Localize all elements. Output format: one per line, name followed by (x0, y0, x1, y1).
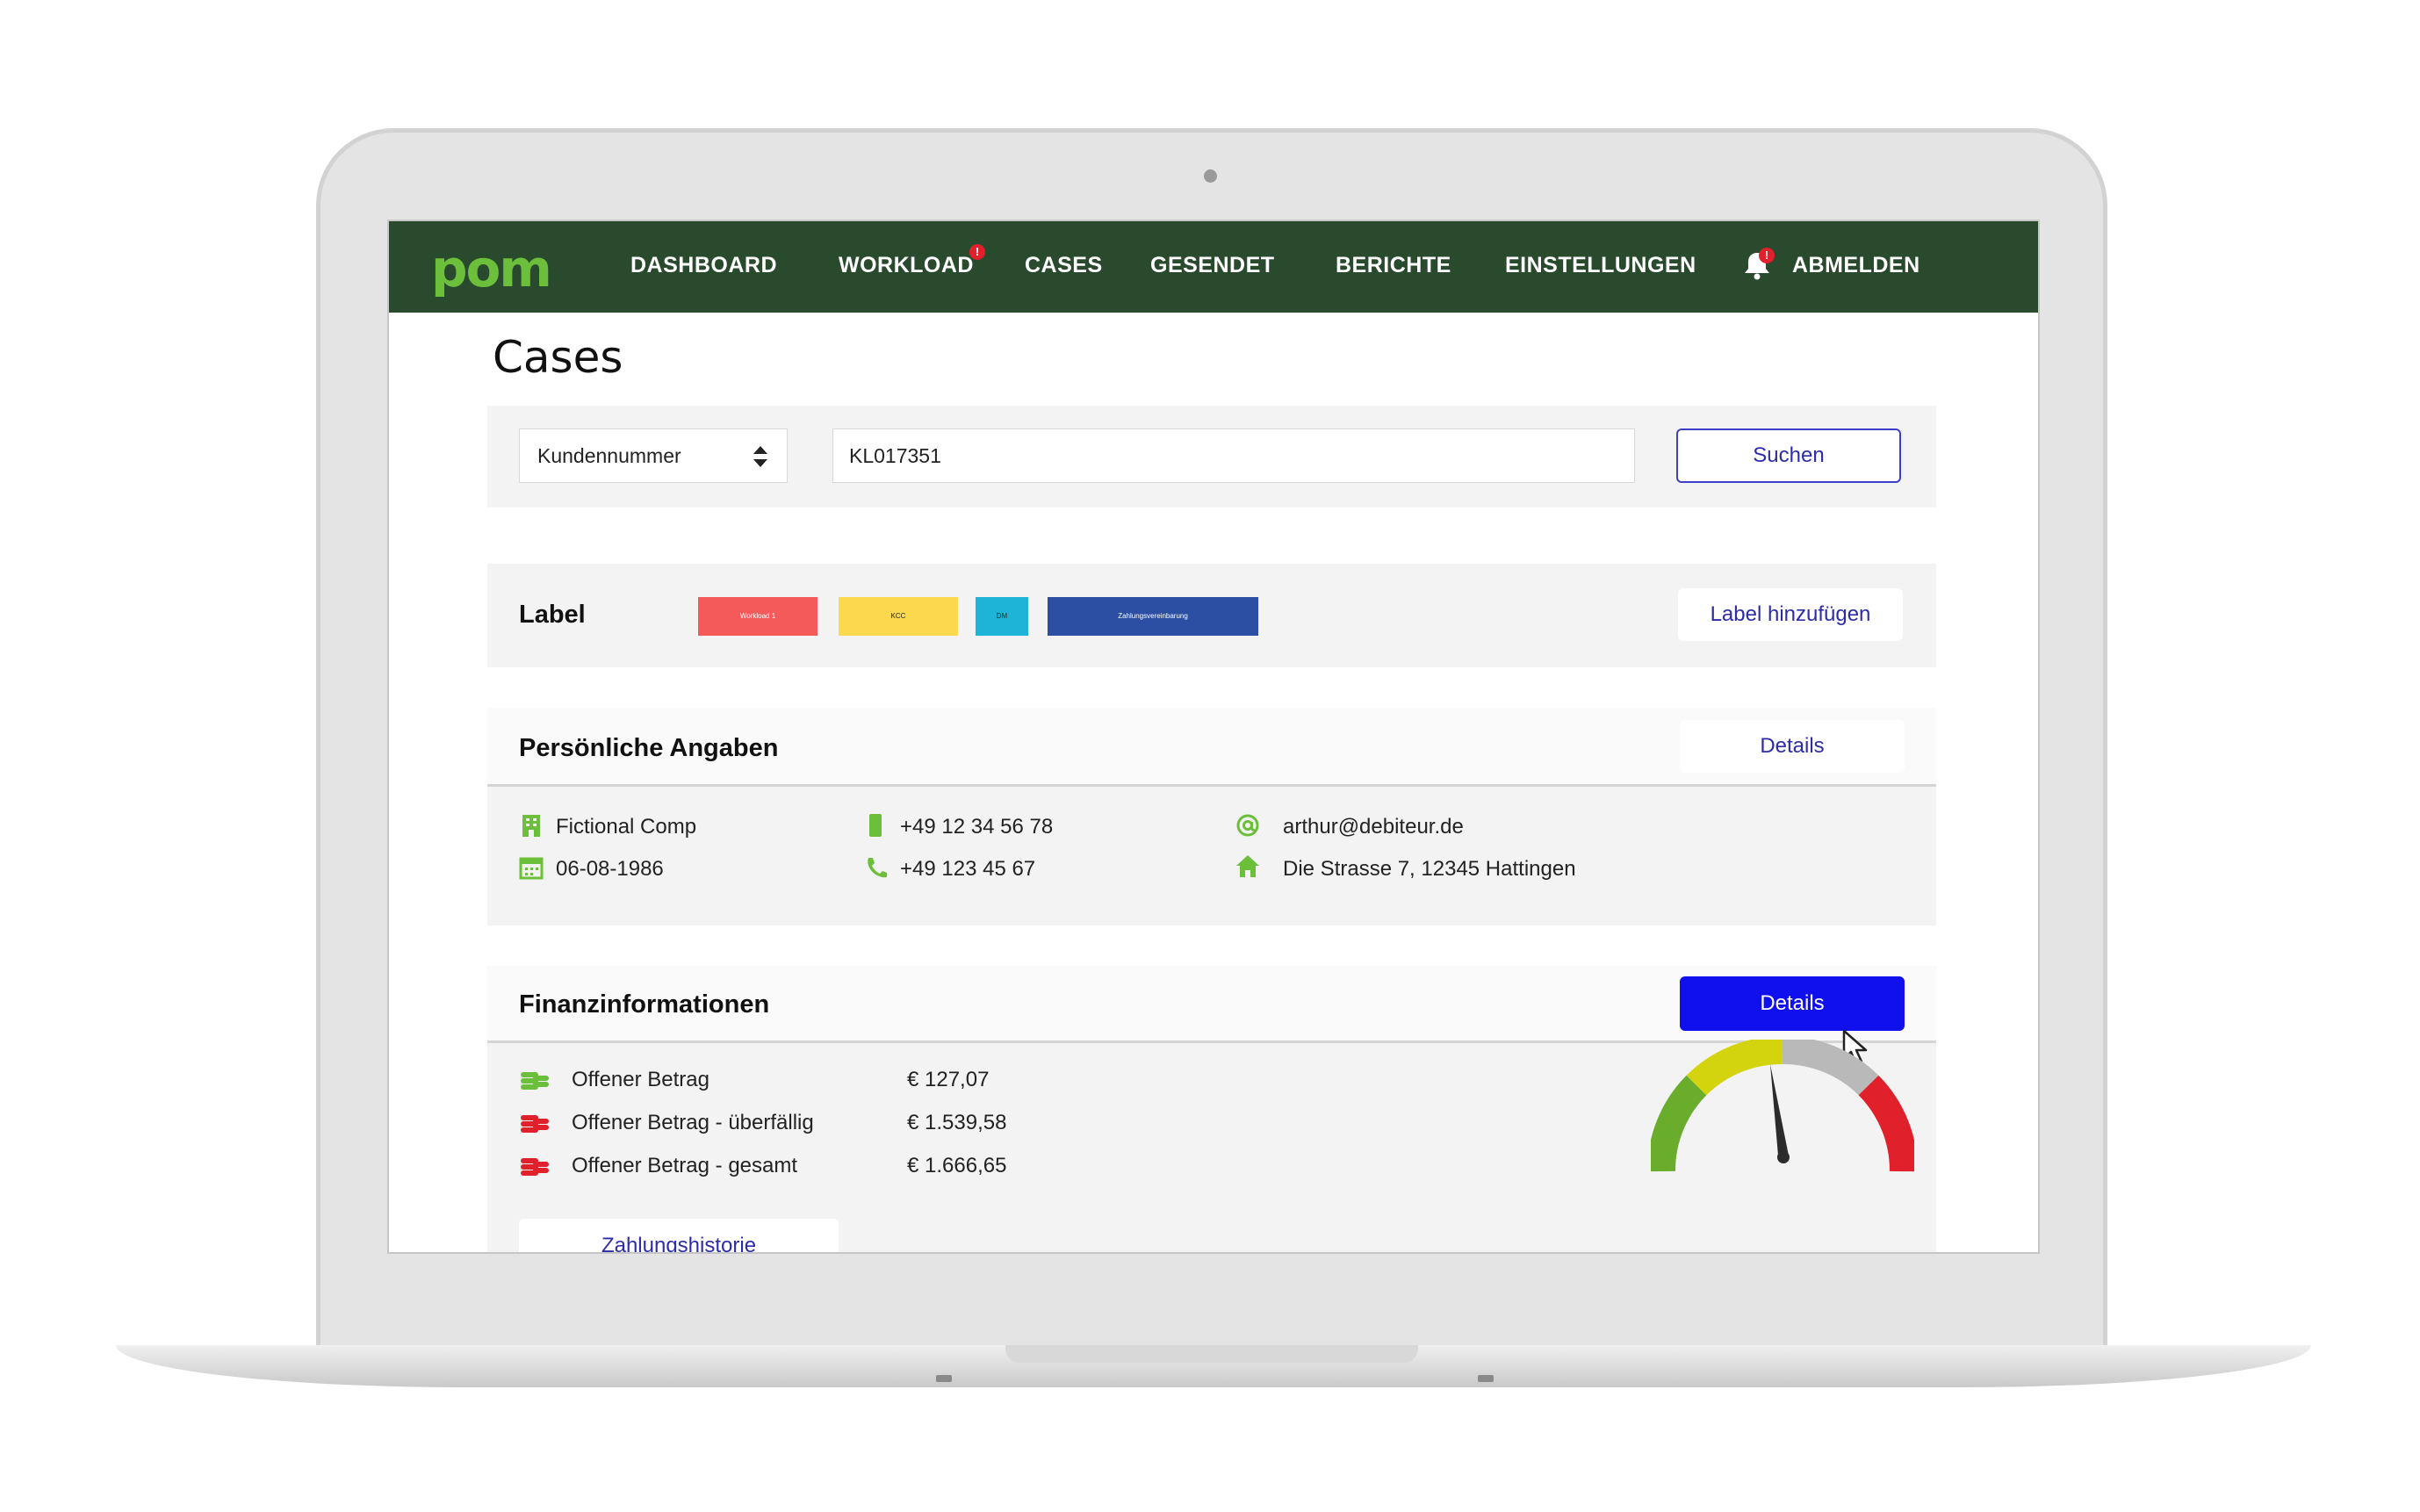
page-title: Cases (493, 332, 623, 383)
finance-row-label: Offener Betrag - überfällig (572, 1111, 814, 1134)
mobile-icon (869, 814, 882, 837)
finance-header: Finanzinformationen Details (487, 966, 1936, 1066)
label-heading: Label (519, 601, 586, 629)
payment-history-button[interactable]: Zahlungshistorie (519, 1219, 839, 1252)
postal-address: Die Strasse 7, 12345 Hattingen (1283, 857, 1576, 881)
calendar-icon (519, 857, 544, 880)
finance-row-value: € 1.666,65 (907, 1154, 1007, 1177)
nav-berichte[interactable]: BERICHTE (1336, 253, 1451, 278)
personal-header: Persönliche Angaben Details (487, 708, 1936, 787)
phone-number[interactable]: +49 123 45 67 (900, 857, 1035, 882)
search-type-select[interactable]: Kundennummer (519, 428, 788, 483)
building-icon (522, 815, 540, 837)
risk-gauge (1651, 1040, 1914, 1172)
finance-row-label: Offener Betrag (572, 1068, 709, 1091)
personal-heading: Persönliche Angaben (519, 734, 779, 762)
at-icon (1236, 814, 1259, 837)
search-type-value: Kundennummer (537, 444, 681, 467)
birthdate: 06-08-1986 (556, 857, 664, 881)
mobile-number[interactable]: +49 12 34 56 78 (900, 815, 1053, 839)
search-panel: Kundennummer KL017351 Suchen (487, 406, 1936, 508)
webcam (1204, 169, 1217, 183)
finance-panel: Finanzinformationen Details Offener Betr… (487, 966, 1936, 1252)
finance-row-label: Offener Betrag - gesamt (572, 1154, 798, 1177)
personal-details-button[interactable]: Details (1680, 720, 1905, 773)
sort-arrows-icon (753, 446, 767, 467)
phone-icon (868, 858, 887, 878)
laptop-foot (1478, 1375, 1494, 1382)
nav-abmelden[interactable]: ABMELDEN (1792, 253, 1920, 278)
nav-workload[interactable]: WORKLOAD (839, 253, 974, 278)
home-icon (1236, 855, 1259, 877)
pom-logo[interactable]: pom (431, 239, 552, 299)
label-chip-kcc[interactable]: KCC (839, 597, 958, 636)
label-panel: Label Workload 1 KCC DM Zahlungsvereinba… (487, 564, 1936, 667)
finance-row-value: € 1.539,58 (907, 1111, 1007, 1134)
label-chip-dm[interactable]: DM (976, 597, 1028, 636)
nav-einstellungen[interactable]: EINSTELLUNGEN (1505, 253, 1696, 278)
search-input[interactable]: KL017351 (832, 428, 1635, 483)
finance-heading: Finanzinformationen (519, 990, 770, 1019)
search-button[interactable]: Suchen (1676, 428, 1901, 483)
nav-gesendet[interactable]: GESENDET (1150, 253, 1275, 278)
app-screen: pom DASHBOARD WORKLOAD ! CASES GESENDET … (387, 220, 2040, 1254)
label-chip-zahlungsvereinbarung[interactable]: Zahlungsvereinbarung (1048, 597, 1258, 636)
nav-cases[interactable]: CASES (1025, 253, 1103, 278)
laptop-mockup: pom DASHBOARD WORKLOAD ! CASES GESENDET … (0, 0, 2420, 1512)
bell-alert-badge: ! (1759, 248, 1775, 263)
email-address[interactable]: arthur@debiteur.de (1283, 815, 1464, 839)
company-name: Fictional Comp (556, 815, 697, 839)
nav-dashboard[interactable]: DASHBOARD (630, 253, 777, 278)
money-stack-icon (521, 1115, 549, 1133)
finance-row-value: € 127,07 (907, 1068, 990, 1091)
laptop-notch (1005, 1345, 1418, 1363)
label-chip-workload[interactable]: Workload 1 (698, 597, 817, 636)
money-stack-icon (521, 1072, 549, 1090)
finance-details-button[interactable]: Details (1680, 976, 1905, 1031)
laptop-foot (936, 1375, 952, 1382)
workload-alert-badge: ! (969, 244, 985, 260)
add-label-button[interactable]: Label hinzufügen (1678, 588, 1903, 641)
personal-panel: Persönliche Angaben Details Fictional Co… (487, 708, 1936, 925)
money-stack-icon (521, 1158, 549, 1176)
top-nav: pom DASHBOARD WORKLOAD ! CASES GESENDET … (389, 221, 2038, 313)
